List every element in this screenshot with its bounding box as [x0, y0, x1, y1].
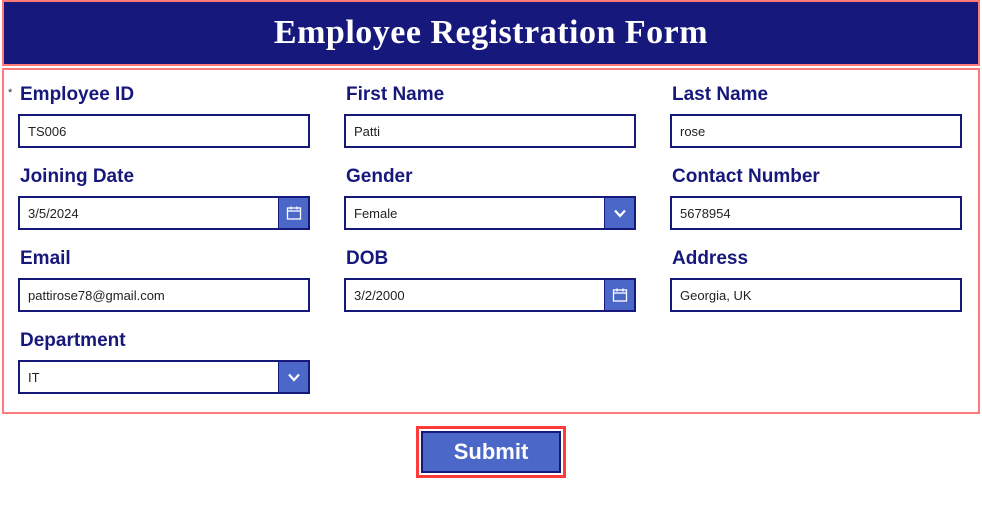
- chevron-down-icon: [278, 362, 308, 392]
- label-gender: Gender: [340, 166, 636, 188]
- first-name-input[interactable]: [354, 124, 626, 139]
- submit-highlight: Submit: [416, 426, 566, 478]
- page-title: Employee Registration Form: [274, 14, 708, 52]
- input-wrap-first-name: [344, 114, 636, 148]
- submit-row: Submit: [0, 426, 982, 478]
- input-wrap-contact-number: [670, 196, 962, 230]
- address-input[interactable]: [680, 288, 952, 303]
- field-first-name: First Name: [340, 84, 636, 148]
- chevron-down-icon: [604, 198, 634, 228]
- employee-id-input[interactable]: [28, 124, 300, 139]
- label-last-name: Last Name: [666, 84, 962, 106]
- input-wrap-joining-date: [18, 196, 310, 230]
- label-contact-number: Contact Number: [666, 166, 962, 188]
- label-first-name: First Name: [340, 84, 636, 106]
- form-header: Employee Registration Form: [2, 0, 980, 66]
- contact-number-input[interactable]: [680, 206, 952, 221]
- form-body: Employee ID First Name Last Name Joining…: [2, 68, 980, 414]
- form-grid: Employee ID First Name Last Name Joining…: [14, 84, 962, 394]
- label-employee-id: Employee ID: [14, 84, 310, 106]
- calendar-icon[interactable]: [604, 280, 634, 310]
- department-value: IT: [28, 370, 40, 385]
- input-wrap-email: [18, 278, 310, 312]
- field-dob: DOB: [340, 248, 636, 312]
- last-name-input[interactable]: [680, 124, 952, 139]
- select-department[interactable]: IT: [18, 360, 310, 394]
- email-input[interactable]: [28, 288, 300, 303]
- field-employee-id: Employee ID: [14, 84, 310, 148]
- field-gender: Gender Female: [340, 166, 636, 230]
- field-address: Address: [666, 248, 962, 312]
- input-wrap-employee-id: [18, 114, 310, 148]
- field-joining-date: Joining Date: [14, 166, 310, 230]
- field-email: Email: [14, 248, 310, 312]
- submit-button[interactable]: Submit: [421, 431, 561, 473]
- dob-input[interactable]: [354, 288, 626, 303]
- gender-value: Female: [354, 206, 397, 221]
- select-gender[interactable]: Female: [344, 196, 636, 230]
- joining-date-input[interactable]: [28, 206, 300, 221]
- calendar-icon[interactable]: [278, 198, 308, 228]
- label-email: Email: [14, 248, 310, 270]
- label-department: Department: [14, 330, 310, 352]
- field-contact-number: Contact Number: [666, 166, 962, 230]
- label-address: Address: [666, 248, 962, 270]
- label-joining-date: Joining Date: [14, 166, 310, 188]
- input-wrap-address: [670, 278, 962, 312]
- field-department: Department IT: [14, 330, 310, 394]
- label-dob: DOB: [340, 248, 636, 270]
- input-wrap-dob: [344, 278, 636, 312]
- field-last-name: Last Name: [666, 84, 962, 148]
- input-wrap-last-name: [670, 114, 962, 148]
